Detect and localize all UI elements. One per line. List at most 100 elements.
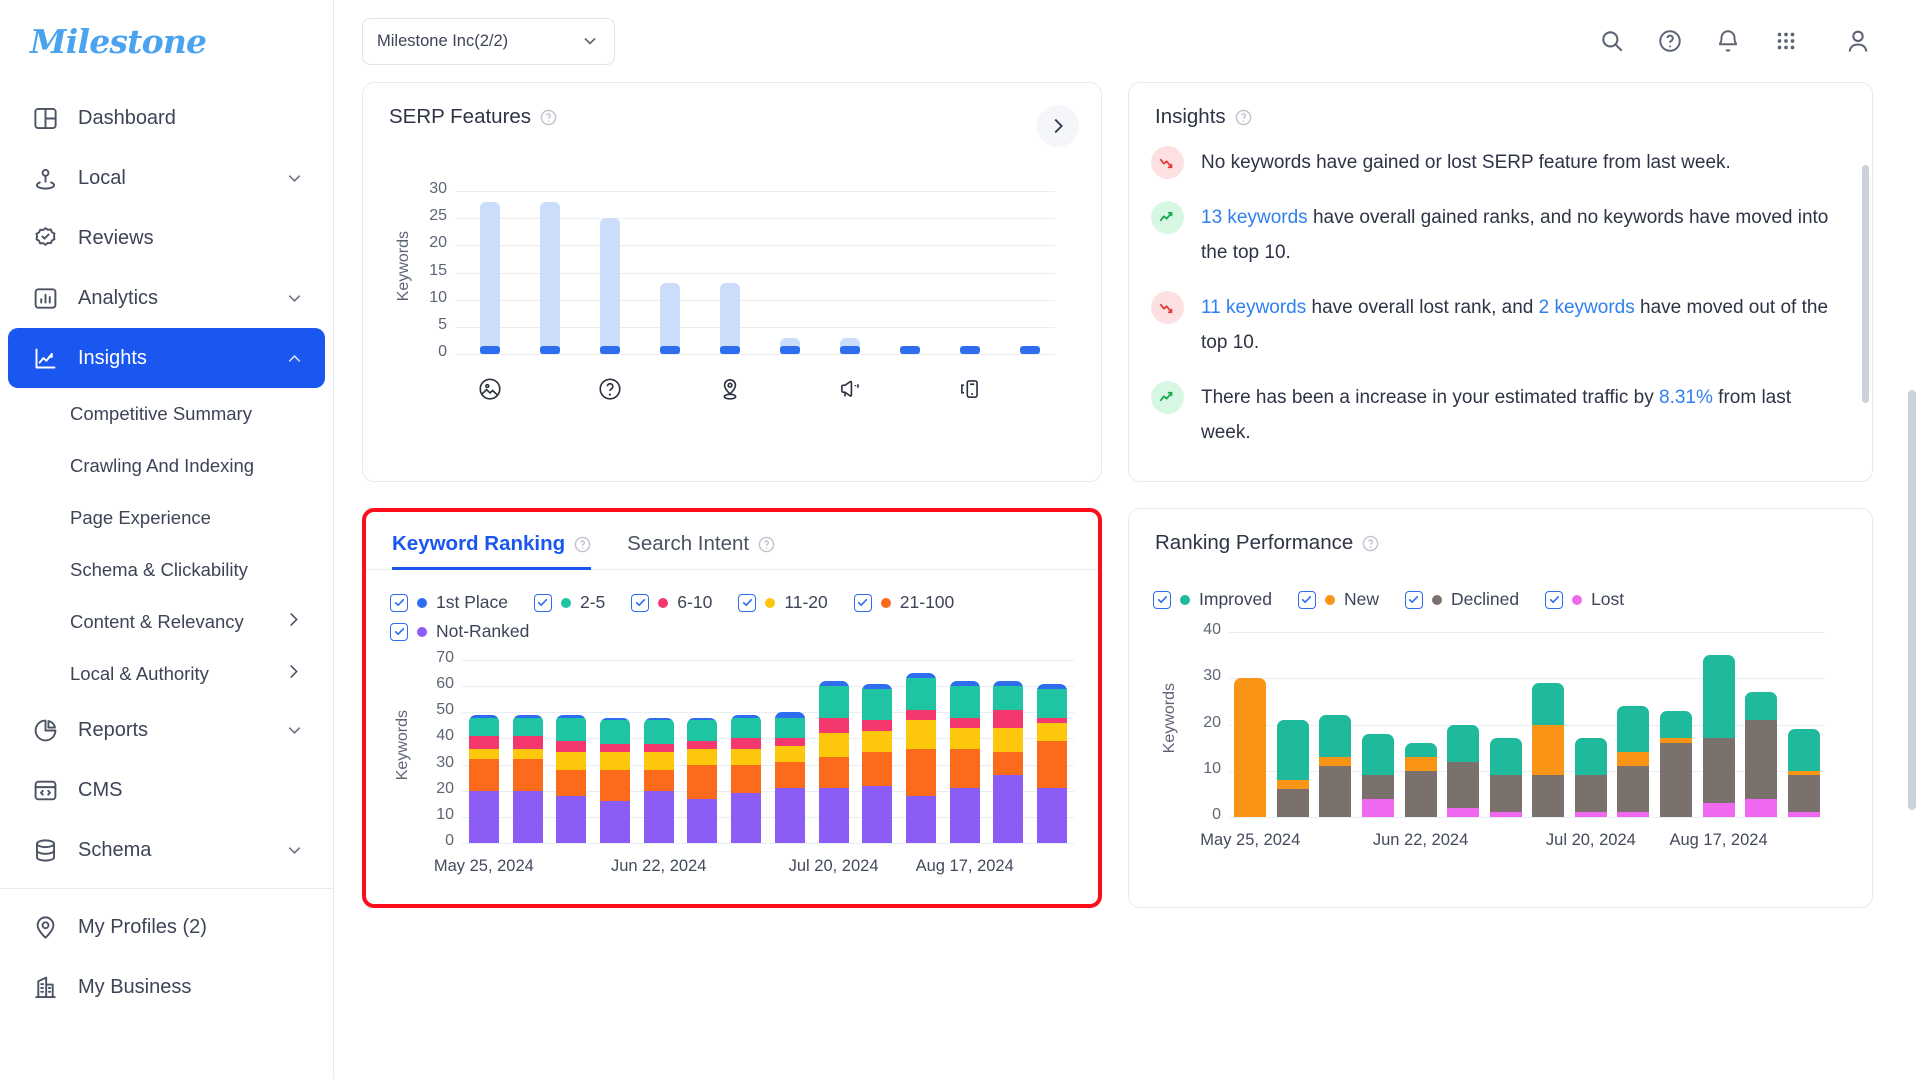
apps-grid-icon[interactable] bbox=[1771, 26, 1801, 56]
sidebar-item-my-profiles-2[interactable]: My Profiles (2) bbox=[8, 897, 325, 957]
help-circle-icon[interactable] bbox=[1362, 535, 1379, 552]
account-selector[interactable]: Milestone Inc(2/2) bbox=[362, 17, 615, 65]
insight-highlight[interactable]: 8.31% bbox=[1659, 387, 1713, 408]
sidebar-subitem-schema-clickability[interactable]: Schema & Clickability bbox=[8, 544, 325, 596]
stacked-bar[interactable] bbox=[1617, 706, 1650, 817]
help-circle-icon[interactable] bbox=[574, 536, 591, 553]
stacked-bar[interactable] bbox=[774, 712, 805, 843]
chevron-down-icon bbox=[584, 37, 596, 45]
sidebar-item-local[interactable]: Local bbox=[8, 148, 325, 208]
legend-item-1st-place[interactable]: 1st Place bbox=[390, 592, 508, 613]
search-icon[interactable] bbox=[1597, 26, 1627, 56]
tab-keyword-ranking[interactable]: Keyword Ranking bbox=[392, 532, 592, 570]
stacked-bar[interactable] bbox=[1574, 738, 1607, 817]
sidebar-subitem-content-relevancy[interactable]: Content & Relevancy bbox=[8, 596, 325, 648]
checkbox-21-100[interactable] bbox=[853, 593, 872, 612]
sidebar-subitem-crawling-and-indexing[interactable]: Crawling And Indexing bbox=[8, 440, 325, 492]
stacked-bar[interactable] bbox=[1362, 733, 1394, 817]
checkbox-11-20[interactable] bbox=[738, 593, 757, 612]
legend-item-new[interactable]: New bbox=[1297, 589, 1379, 610]
insight-highlight[interactable]: 11 keywords bbox=[1201, 297, 1306, 318]
sidebar-item-insights[interactable]: Insights bbox=[8, 328, 325, 388]
insight-text: No keywords have gained or lost SERP fea… bbox=[1201, 145, 1731, 180]
legend-item-declined[interactable]: Declined bbox=[1404, 589, 1519, 610]
app-logo[interactable]: Milestone bbox=[0, 0, 333, 82]
stacked-bar[interactable] bbox=[993, 680, 1024, 843]
sidebar-item-reviews[interactable]: Reviews bbox=[8, 208, 325, 268]
legend-item-improved[interactable]: Improved bbox=[1153, 589, 1272, 610]
chevron-right-icon bbox=[284, 610, 303, 634]
bar-segment-1st-place bbox=[862, 683, 893, 689]
sidebar-subitem-competitive-summary[interactable]: Competitive Summary bbox=[8, 388, 325, 440]
checkbox-2-5[interactable] bbox=[533, 593, 552, 612]
insights-scrollbar[interactable] bbox=[1862, 165, 1869, 403]
stacked-bar[interactable] bbox=[949, 680, 980, 843]
stacked-bar[interactable] bbox=[1319, 715, 1352, 817]
checkbox-improved[interactable] bbox=[1153, 590, 1171, 609]
insight-highlight[interactable]: 2 keywords bbox=[1539, 297, 1635, 318]
sidebar-subitem-local-authority[interactable]: Local & Authority bbox=[8, 648, 325, 700]
checkbox-6-10[interactable] bbox=[631, 593, 650, 612]
bar-segment-improved bbox=[1319, 715, 1352, 757]
stacked-bar[interactable] bbox=[1489, 738, 1522, 817]
stacked-bar[interactable] bbox=[1532, 682, 1565, 817]
checkbox-not-ranked[interactable] bbox=[390, 622, 408, 641]
help-circle-icon[interactable] bbox=[540, 109, 557, 126]
help-circle-icon[interactable] bbox=[758, 536, 775, 553]
user-account-icon[interactable] bbox=[1843, 26, 1873, 56]
chevron-down-icon bbox=[285, 721, 303, 739]
checkbox-lost[interactable] bbox=[1545, 590, 1564, 609]
tab-search-intent[interactable]: Search Intent bbox=[627, 532, 775, 569]
stacked-bar[interactable] bbox=[1702, 655, 1735, 817]
stacked-bar[interactable] bbox=[687, 717, 718, 843]
stacked-bar[interactable] bbox=[1447, 724, 1480, 817]
stacked-bar[interactable] bbox=[468, 714, 499, 843]
bell-icon[interactable] bbox=[1713, 26, 1743, 56]
bar-base bbox=[660, 346, 680, 354]
legend-item-6-10[interactable]: 6-10 bbox=[631, 592, 712, 613]
help-circle-icon[interactable] bbox=[1655, 26, 1685, 56]
sidebar-item-analytics[interactable]: Analytics bbox=[8, 268, 325, 328]
stacked-bar[interactable] bbox=[1234, 678, 1267, 817]
stacked-bar[interactable] bbox=[1404, 743, 1437, 817]
bar[interactable] bbox=[480, 201, 500, 354]
checkbox-1st-place[interactable] bbox=[390, 593, 408, 612]
bar[interactable] bbox=[600, 218, 620, 354]
stacked-bar[interactable] bbox=[818, 680, 849, 843]
stacked-bar[interactable] bbox=[600, 717, 630, 843]
stacked-bar[interactable] bbox=[1787, 729, 1820, 817]
stacked-bar[interactable] bbox=[556, 714, 587, 843]
legend-item-lost[interactable]: Lost bbox=[1545, 589, 1624, 610]
stacked-bar[interactable] bbox=[1660, 710, 1692, 817]
stacked-bar[interactable] bbox=[1745, 692, 1778, 817]
bar-segment-new bbox=[1660, 737, 1692, 743]
bar[interactable] bbox=[720, 283, 740, 354]
stacked-bar[interactable] bbox=[643, 717, 674, 843]
insight-highlight[interactable]: 13 keywords bbox=[1201, 207, 1308, 228]
sidebar-item-my-business[interactable]: My Business bbox=[8, 957, 325, 1017]
page-scrollbar[interactable] bbox=[1908, 390, 1916, 810]
checkbox-declined[interactable] bbox=[1404, 590, 1423, 609]
stacked-bar[interactable] bbox=[862, 683, 893, 843]
stacked-bar[interactable] bbox=[906, 673, 936, 843]
sidebar-item-dashboard[interactable]: Dashboard bbox=[8, 88, 325, 148]
legend-color-dot bbox=[417, 597, 427, 608]
stacked-bar[interactable] bbox=[512, 714, 543, 843]
checkbox-new[interactable] bbox=[1297, 590, 1316, 609]
chevron-none-icon bbox=[285, 109, 303, 127]
help-circle-icon[interactable] bbox=[1235, 109, 1252, 126]
sidebar-item-reports[interactable]: Reports bbox=[8, 700, 325, 760]
sidebar-subitem-page-experience[interactable]: Page Experience bbox=[8, 492, 325, 544]
legend-item-11-20[interactable]: 11-20 bbox=[738, 592, 828, 613]
legend-item-not-ranked[interactable]: Not-Ranked bbox=[390, 621, 529, 642]
bar[interactable] bbox=[540, 201, 560, 354]
sidebar-item-cms[interactable]: CMS bbox=[8, 760, 325, 820]
stacked-bar[interactable] bbox=[1276, 719, 1309, 817]
legend-item-2-5[interactable]: 2-5 bbox=[533, 592, 605, 613]
stacked-bar[interactable] bbox=[731, 714, 762, 843]
sidebar-item-schema[interactable]: Schema bbox=[8, 820, 325, 880]
bar[interactable] bbox=[660, 283, 680, 354]
legend-item-21-100[interactable]: 21-100 bbox=[853, 592, 954, 613]
y-axis-tick: 30 bbox=[436, 753, 454, 771]
stacked-bar[interactable] bbox=[1037, 683, 1068, 843]
